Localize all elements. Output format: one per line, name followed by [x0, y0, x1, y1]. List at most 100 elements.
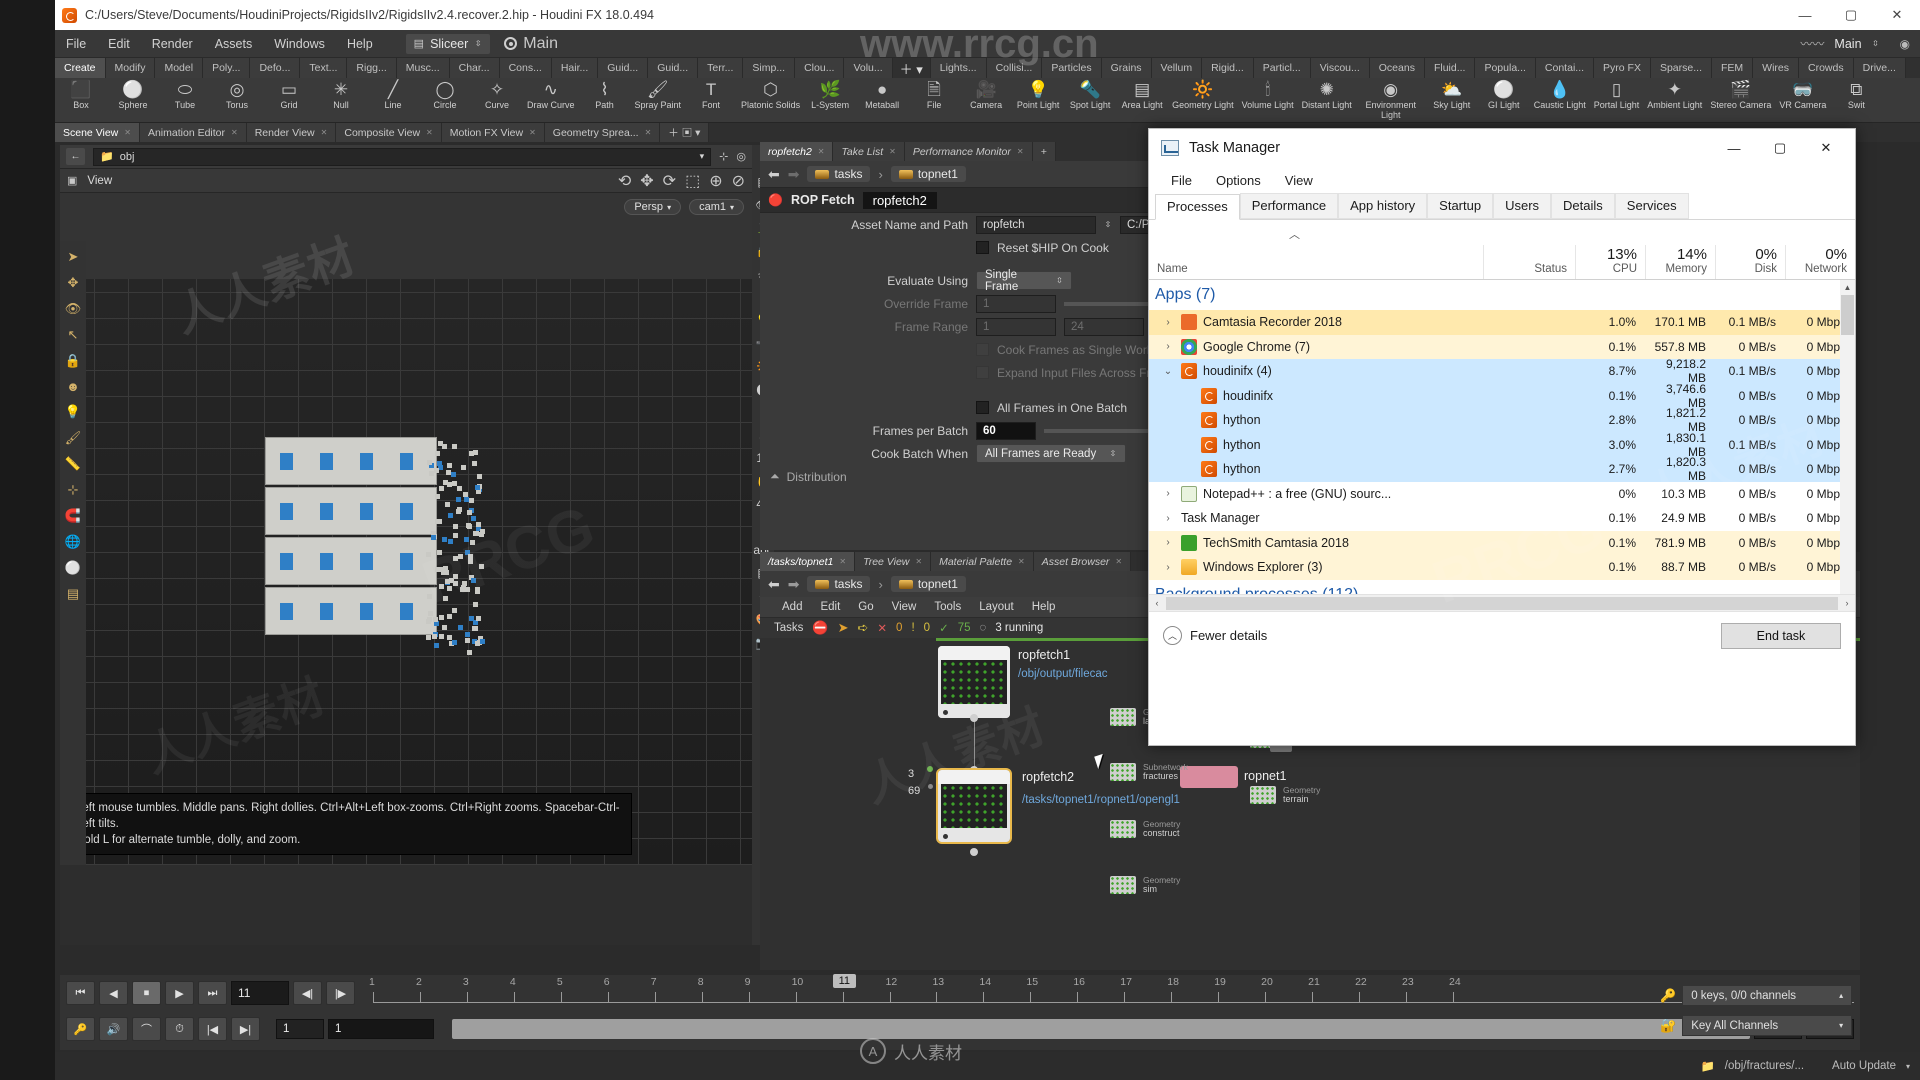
param-menu-evaluate-using[interactable]: Single Frame ⇳: [976, 271, 1072, 290]
tm-column-network[interactable]: 0%Network: [1785, 245, 1855, 279]
cursor-tool-icon[interactable]: ↖: [68, 327, 79, 343]
shelf-tab-1[interactable]: Modify: [106, 58, 156, 78]
node-ropfetch1[interactable]: [938, 646, 1010, 718]
shelf-tool-caustic-light[interactable]: 💧Caustic Light: [1530, 78, 1590, 110]
network-menu-layout[interactable]: Layout: [979, 601, 1014, 613]
shelf-tool-volume-light[interactable]: 🕯Volume Light: [1238, 78, 1298, 110]
tm-process-name-cell[interactable]: ›Task Manager: [1149, 511, 1483, 525]
target-icon[interactable]: ◎: [736, 150, 746, 163]
menu-assets[interactable]: Assets: [204, 30, 264, 58]
shelf-tab-strip[interactable]: CreateModifyModelPoly...Defo...Text...Ri…: [55, 58, 1920, 78]
end-task-button[interactable]: End task: [1721, 623, 1841, 649]
checkbox-all-frames-batch[interactable]: [976, 401, 989, 414]
viewport-view-label[interactable]: View: [87, 175, 112, 187]
shelf-tab-24[interactable]: Viscou...: [1311, 58, 1370, 78]
tm-process-row[interactable]: ›Camtasia Recorder 20181.0%170.1 MB0.1 M…: [1149, 310, 1855, 335]
network-menu-help[interactable]: Help: [1032, 601, 1056, 613]
shelf-tool-gi-light[interactable]: ⚪GI Light: [1478, 78, 1530, 110]
param-value-override-frame[interactable]: 1: [976, 295, 1056, 313]
fewer-details-button[interactable]: ︿ Fewer details: [1163, 626, 1267, 645]
snap-button[interactable]: ⌒: [132, 1017, 161, 1041]
tab-close-icon[interactable]: ✕: [818, 147, 825, 156]
sphere-tool-icon[interactable]: ⚪: [65, 560, 81, 576]
parameter-tab-performance-monitor[interactable]: Performance Monitor✕: [905, 142, 1033, 161]
checkbox-reset-hip[interactable]: [976, 241, 989, 254]
shelf-tool-platonic-solids[interactable]: ⬡Platonic Solids: [737, 78, 804, 110]
shelf-tool-distant-light[interactable]: ✺Distant Light: [1298, 78, 1356, 110]
shelf-tab-23[interactable]: Particl...: [1254, 58, 1311, 78]
shelf-tool-ambient-light[interactable]: ✦Ambient Light: [1643, 78, 1706, 110]
select-tool-icon[interactable]: ➤: [68, 249, 79, 265]
menu-file[interactable]: File: [55, 30, 97, 58]
range-end-button[interactable]: ▶|: [231, 1017, 260, 1041]
tm-menu-view[interactable]: View: [1273, 173, 1325, 188]
shelf-tool-curve[interactable]: ✧Curve: [471, 78, 523, 110]
network-menu-edit[interactable]: Edit: [820, 601, 840, 613]
key-icon[interactable]: 🔑: [1660, 988, 1676, 1004]
task-manager-window[interactable]: Task Manager — ▢ ✕ File Options View Pro…: [1148, 128, 1856, 746]
tab-close-icon[interactable]: ✕: [231, 128, 238, 137]
help-circle-icon[interactable]: ◉: [1900, 37, 1910, 51]
playhead-marker[interactable]: 11: [833, 974, 856, 988]
task-manager-tabs[interactable]: ProcessesPerformanceApp historyStartupUs…: [1149, 193, 1855, 220]
tm-process-row[interactable]: hython2.8%1,821.2 MB0 MB/s0 Mbps: [1149, 408, 1855, 433]
auto-update-chevron-icon[interactable]: ▾: [1906, 1062, 1910, 1071]
tab-close-icon[interactable]: ✕: [1018, 557, 1025, 566]
node-ropfetch2[interactable]: [938, 770, 1010, 842]
tm-process-row[interactable]: hython3.0%1,830.1 MB0.1 MB/s0 Mbps: [1149, 433, 1855, 458]
tm-menu-options[interactable]: Options: [1204, 173, 1273, 188]
range-start-button[interactable]: |◀: [198, 1017, 227, 1041]
task-manager-menu-bar[interactable]: File Options View: [1149, 167, 1855, 193]
close-icon[interactable]: ✕: [1874, 0, 1920, 30]
shelf-tab-6[interactable]: Rigg...: [347, 58, 396, 78]
tm-process-name-cell[interactable]: ›Notepad++ : a free (GNU) sourc...: [1149, 486, 1483, 502]
shelf-tab-0[interactable]: Create: [55, 58, 106, 78]
shelf-tab-30[interactable]: Sparse...: [1651, 58, 1712, 78]
magnet-tool-icon[interactable]: 🧲: [65, 508, 81, 524]
expand-chevron-icon[interactable]: ›: [1161, 513, 1175, 524]
tm-process-name-cell[interactable]: ›TechSmith Camtasia 2018: [1149, 535, 1483, 551]
tab-close-icon[interactable]: ✕: [645, 128, 652, 137]
node-name-field[interactable]: ropfetch2: [863, 192, 937, 209]
shelf-tab-10[interactable]: Hair...: [552, 58, 598, 78]
shelf-tool-torus[interactable]: ◎Torus: [211, 78, 263, 110]
shelf-tab-33[interactable]: Crowds: [1799, 58, 1854, 78]
shelf-tab-19[interactable]: Particles: [1042, 58, 1101, 78]
cook-batch-chevron-icon[interactable]: ⇳: [1109, 450, 1117, 458]
tm-tab-processes[interactable]: Processes: [1155, 194, 1240, 220]
frame-ruler[interactable]: 1234567891011121314151617181920212223241…: [373, 976, 1854, 1010]
chevron-updown-right-icon[interactable]: ⇳: [1872, 40, 1880, 48]
expand-chevron-icon[interactable]: ›: [1161, 488, 1175, 499]
tm-minimize-icon[interactable]: —: [1711, 130, 1757, 166]
jump-end-button[interactable]: ⏭: [198, 981, 227, 1005]
tm-process-row[interactable]: ›Google Chrome (7)0.1%557.8 MB0 MB/s0 Mb…: [1149, 335, 1855, 360]
tm-process-row[interactable]: hython2.7%1,820.3 MB0 MB/s0 Mbps: [1149, 457, 1855, 482]
shelf-tab-22[interactable]: Rigid...: [1202, 58, 1254, 78]
shelf-tool-circle[interactable]: ◯Circle: [419, 78, 471, 110]
global-range-start[interactable]: 1: [276, 1019, 324, 1039]
expand-chevron-icon[interactable]: ⌄: [1161, 366, 1175, 377]
viewport-left-toolbar[interactable]: ➤ ✥ 👁 ↖ 🔒 ☻ 💡 🖌 📏 ⊹ 🧲 🌐 ⚪ ▤: [60, 241, 86, 865]
shelf-tab-8[interactable]: Char...: [450, 58, 500, 78]
audio-button[interactable]: 🔊: [99, 1017, 128, 1041]
node-output-connector[interactable]: [970, 714, 978, 722]
shelf-tab-21[interactable]: Vellum: [1152, 58, 1203, 78]
shelf-tool-box[interactable]: ⬛Box: [55, 78, 107, 110]
shelf-tab-17[interactable]: Lights...: [931, 58, 987, 78]
nav-back-icon[interactable]: ⬅: [768, 166, 780, 183]
network-tab-asset-browser[interactable]: Asset Browser✕: [1034, 552, 1131, 571]
realtime-button[interactable]: ⏱: [165, 1017, 194, 1041]
stop-button[interactable]: ⏹: [132, 981, 161, 1005]
tm-process-row[interactable]: houdinifx0.1%3,746.6 MB0 MB/s0 Mbps: [1149, 384, 1855, 409]
tm-tab-details[interactable]: Details: [1551, 193, 1615, 219]
tm-process-name-cell[interactable]: ›Windows Explorer (3): [1149, 559, 1483, 575]
tm-column-name[interactable]: Name: [1149, 245, 1483, 279]
hscroll-right-icon[interactable]: ›: [1839, 598, 1855, 608]
network-tab-material-palette[interactable]: Material Palette✕: [931, 552, 1034, 571]
tab-close-icon[interactable]: ✕: [889, 147, 896, 156]
shelf-tab-25[interactable]: Oceans: [1370, 58, 1425, 78]
breadcrumb-topnet1[interactable]: topnet1: [891, 166, 966, 182]
houdini-window-controls[interactable]: — ▢ ✕: [1782, 0, 1920, 30]
pane-tab-animation-editor[interactable]: Animation Editor✕: [140, 123, 247, 142]
shelf-tab-16[interactable]: Volu...: [844, 58, 892, 78]
